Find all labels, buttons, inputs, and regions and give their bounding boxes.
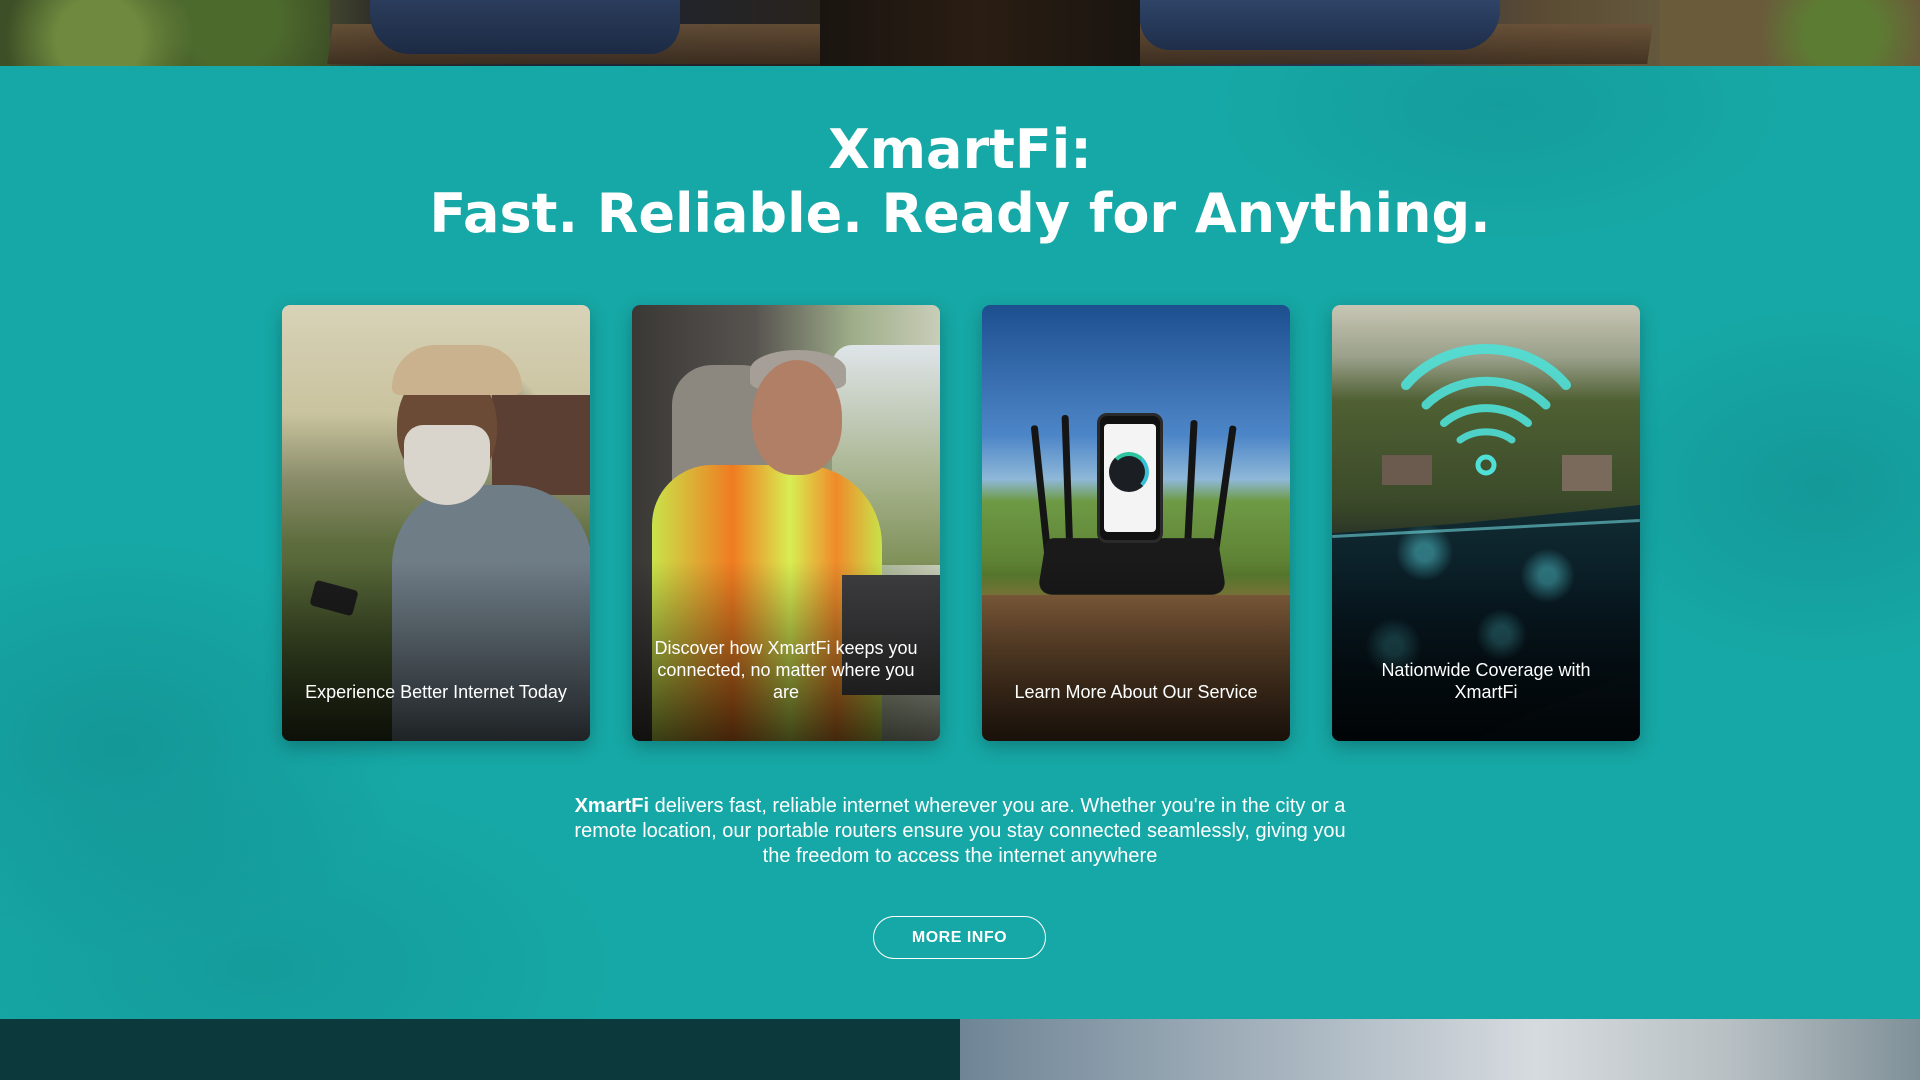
card-discover-connected[interactable]: Discover how XmartFi keeps you connected…: [632, 305, 940, 741]
more-info-button[interactable]: MORE INFO: [873, 916, 1046, 959]
photo-panel: [960, 1019, 1920, 1080]
person-legs-left: [370, 0, 680, 54]
features-section: XmartFi: Fast. Reliable. Ready for Anyth…: [0, 66, 1920, 1019]
person-head: [752, 360, 842, 475]
card-experience-better-internet[interactable]: Experience Better Internet Today: [282, 305, 590, 741]
speed-gauge-icon: [1109, 452, 1149, 492]
card-caption: Learn More About Our Service: [1014, 682, 1258, 702]
card-shade: [982, 561, 1290, 741]
section-headline: XmartFi: Fast. Reliable. Ready for Anyth…: [0, 118, 1920, 246]
card-nationwide-coverage[interactable]: Nationwide Coverage with XmartFi: [1332, 305, 1640, 741]
card-caption: Nationwide Coverage with XmartFi: [1381, 660, 1591, 702]
headline-line-2: Fast. Reliable. Ready for Anything.: [429, 182, 1491, 245]
card-shade: [1332, 561, 1640, 741]
wifi-icon: [1396, 343, 1576, 483]
brand-name: XmartFi: [574, 795, 650, 817]
card-caption: Experience Better Internet Today: [305, 682, 567, 702]
card-shade: [282, 561, 590, 741]
person-legs-right: [1140, 0, 1500, 50]
barn-image: [492, 395, 590, 495]
intro-text: delivers fast, reliable internet whereve…: [574, 795, 1346, 867]
table-legs: [820, 0, 1140, 66]
top-hero-image: [0, 0, 1920, 66]
dark-panel: [0, 1019, 960, 1080]
phone-speedtest-image: [1097, 413, 1163, 543]
card-grid: Experience Better Internet Today Discove…: [282, 305, 1640, 741]
card-caption: Discover how XmartFi keeps you connected…: [654, 638, 918, 702]
foliage-right: [1660, 0, 1920, 66]
foliage-left: [0, 0, 330, 66]
router-antenna: [1061, 414, 1074, 556]
card-learn-more-service[interactable]: Learn More About Our Service: [982, 305, 1290, 741]
intro-paragraph: XmartFi delivers fast, reliable internet…: [560, 794, 1360, 869]
headline-line-1: XmartFi:: [828, 118, 1092, 181]
next-section-preview: [0, 1019, 1920, 1080]
person-cap: [392, 345, 522, 395]
